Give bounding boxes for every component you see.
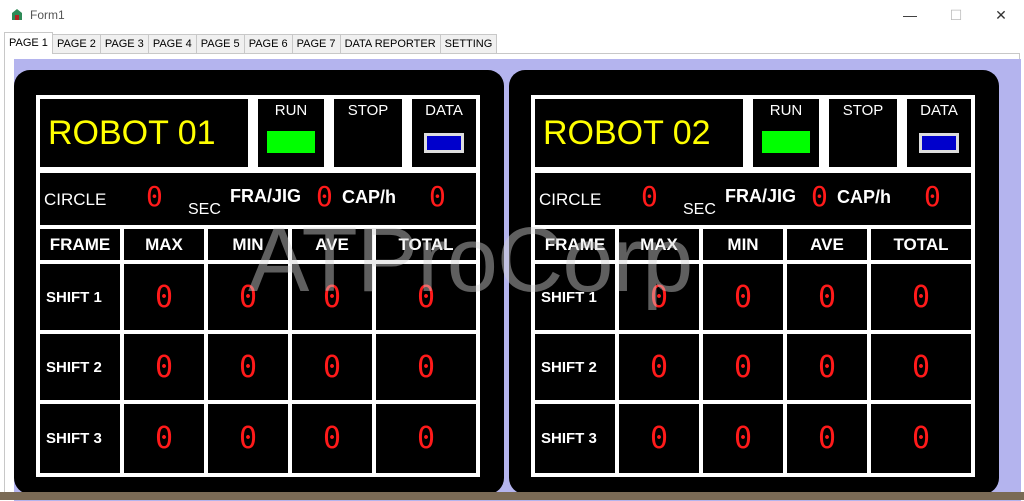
tab-page-5[interactable]: PAGE 5 bbox=[195, 34, 245, 53]
run-label: RUN bbox=[274, 102, 308, 119]
shift-1-ave: 0 bbox=[787, 264, 867, 330]
shift-1-max: 0 bbox=[619, 264, 699, 330]
header-total: TOTAL bbox=[871, 229, 971, 260]
header-min: MIN bbox=[703, 229, 783, 260]
shift-1-max: 0 bbox=[124, 264, 204, 330]
shift-3-max: 0 bbox=[619, 404, 699, 473]
tab-page-6[interactable]: PAGE 6 bbox=[243, 34, 293, 53]
shift-3-total: 0 bbox=[871, 404, 971, 473]
stop-control[interactable]: STOP bbox=[334, 99, 402, 167]
robot-panel-2: ROBOT 02 RUN STOP DATA CIRCLE 0 SEC FRA/… bbox=[509, 70, 999, 494]
taskbar-strip bbox=[0, 492, 1024, 500]
fra-jig-label: FRA/JIG bbox=[230, 186, 302, 206]
window-title: Form1 bbox=[30, 8, 65, 22]
fra-jig-label: FRA/JIG bbox=[725, 186, 797, 206]
shift-3-ave: 0 bbox=[292, 404, 372, 473]
shift-3-min: 0 bbox=[208, 404, 288, 473]
shift-3-label: SHIFT 3 bbox=[40, 404, 120, 473]
data-label: DATA bbox=[920, 102, 958, 119]
robot-panel-1: ROBOT 01 RUN STOP DATA CIRCLE 0 SEC FRA/… bbox=[14, 70, 504, 494]
cap-label: CAP/h bbox=[342, 187, 396, 207]
run-control[interactable]: RUN bbox=[258, 99, 324, 167]
shift-2-label: SHIFT 2 bbox=[535, 334, 615, 400]
cap-label: CAP/h bbox=[837, 187, 891, 207]
shift-3-ave: 0 bbox=[787, 404, 867, 473]
circle-label: CIRCLE bbox=[44, 190, 107, 209]
data-control[interactable]: DATA bbox=[412, 99, 476, 167]
shift-3-max: 0 bbox=[124, 404, 204, 473]
shift-2-max: 0 bbox=[124, 334, 204, 400]
shift-3-total: 0 bbox=[376, 404, 476, 473]
data-indicator bbox=[919, 133, 959, 153]
robot-name: ROBOT 01 bbox=[40, 99, 248, 167]
minimize-button[interactable]: — bbox=[887, 0, 933, 30]
shift-3-label: SHIFT 3 bbox=[535, 404, 615, 473]
header-max: MAX bbox=[619, 229, 699, 260]
header-frame: FRAME bbox=[535, 229, 615, 260]
header-min: MIN bbox=[208, 229, 288, 260]
shift-2-total: 0 bbox=[871, 334, 971, 400]
fra-jig-value: 0 bbox=[811, 180, 828, 213]
header-ave: AVE bbox=[292, 229, 372, 260]
shift-2-label: SHIFT 2 bbox=[40, 334, 120, 400]
run-indicator bbox=[267, 131, 315, 153]
maximize-button[interactable]: ☐ bbox=[933, 0, 979, 30]
run-indicator bbox=[762, 131, 810, 153]
header-total: TOTAL bbox=[376, 229, 476, 260]
cap-value: 0 bbox=[429, 180, 446, 213]
shift-1-min: 0 bbox=[703, 264, 783, 330]
shift-1-min: 0 bbox=[208, 264, 288, 330]
dashboard-frame: ROBOT 01 RUN STOP DATA CIRCLE 0 SEC FRA/… bbox=[14, 59, 1021, 501]
circle-value: 0 bbox=[641, 180, 658, 213]
stats-row: CIRCLE 0 SEC FRA/JIG 0 CAP/h 0 bbox=[40, 173, 476, 225]
cap-value: 0 bbox=[924, 180, 941, 213]
fra-jig-value: 0 bbox=[316, 180, 333, 213]
tab-page-3[interactable]: PAGE 3 bbox=[99, 34, 149, 53]
circle-value: 0 bbox=[146, 180, 163, 213]
app-icon bbox=[12, 9, 22, 20]
tab-page-content: ROBOT 01 RUN STOP DATA CIRCLE 0 SEC FRA/… bbox=[4, 53, 1021, 501]
shift-1-total: 0 bbox=[376, 264, 476, 330]
shift-2-min: 0 bbox=[208, 334, 288, 400]
tab-page-7[interactable]: PAGE 7 bbox=[291, 34, 341, 53]
data-label: DATA bbox=[425, 102, 463, 119]
shift-2-max: 0 bbox=[619, 334, 699, 400]
stats-row: CIRCLE 0 SEC FRA/JIG 0 CAP/h 0 bbox=[535, 173, 971, 225]
sec-label: SEC bbox=[683, 201, 716, 218]
header-max: MAX bbox=[124, 229, 204, 260]
shift-1-ave: 0 bbox=[292, 264, 372, 330]
shift-2-min: 0 bbox=[703, 334, 783, 400]
close-button[interactable]: ✕ bbox=[978, 0, 1024, 30]
tab-setting[interactable]: SETTING bbox=[439, 34, 498, 53]
stop-label: STOP bbox=[842, 102, 884, 119]
run-control[interactable]: RUN bbox=[753, 99, 819, 167]
shift-2-ave: 0 bbox=[787, 334, 867, 400]
tab-data-reporter[interactable]: DATA REPORTER bbox=[339, 34, 441, 53]
sec-label: SEC bbox=[188, 201, 221, 218]
circle-label: CIRCLE bbox=[539, 190, 602, 209]
robot-grid: ROBOT 02 RUN STOP DATA CIRCLE 0 SEC FRA/… bbox=[531, 95, 975, 477]
shift-1-label: SHIFT 1 bbox=[535, 264, 615, 330]
shift-2-total: 0 bbox=[376, 334, 476, 400]
tab-page-4[interactable]: PAGE 4 bbox=[147, 34, 197, 53]
shift-1-total: 0 bbox=[871, 264, 971, 330]
data-control[interactable]: DATA bbox=[907, 99, 971, 167]
header-frame: FRAME bbox=[40, 229, 120, 260]
run-label: RUN bbox=[769, 102, 803, 119]
shift-1-label: SHIFT 1 bbox=[40, 264, 120, 330]
title-bar: Form1 — ☐ ✕ bbox=[0, 0, 1024, 30]
data-indicator bbox=[424, 133, 464, 153]
shift-2-ave: 0 bbox=[292, 334, 372, 400]
tab-page-2[interactable]: PAGE 2 bbox=[51, 34, 101, 53]
robot-name: ROBOT 02 bbox=[535, 99, 743, 167]
header-ave: AVE bbox=[787, 229, 867, 260]
tab-page-1[interactable]: PAGE 1 bbox=[4, 32, 53, 54]
stop-control[interactable]: STOP bbox=[829, 99, 897, 167]
stop-label: STOP bbox=[347, 102, 389, 119]
robot-grid: ROBOT 01 RUN STOP DATA CIRCLE 0 SEC FRA/… bbox=[36, 95, 480, 477]
shift-3-min: 0 bbox=[703, 404, 783, 473]
tab-strip: PAGE 1 PAGE 2 PAGE 3 PAGE 4 PAGE 5 PAGE … bbox=[4, 32, 498, 54]
